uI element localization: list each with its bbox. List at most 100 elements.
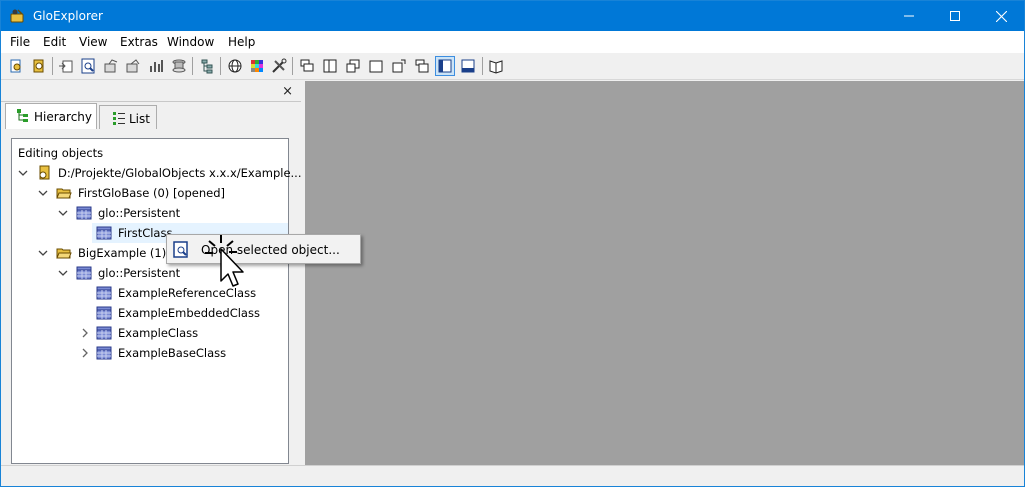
chevron-down-icon[interactable] xyxy=(38,185,50,201)
find-button[interactable] xyxy=(78,56,98,76)
minimize-icon xyxy=(904,15,914,17)
toolbar-separator xyxy=(220,57,221,75)
globe-icon xyxy=(228,59,242,73)
chevron-down-icon[interactable] xyxy=(58,205,70,221)
window-blank-button[interactable] xyxy=(366,56,386,76)
tree-button[interactable] xyxy=(197,56,217,76)
tree-icon xyxy=(201,59,213,74)
grid-colors-icon xyxy=(251,60,263,72)
chevron-right-icon[interactable] xyxy=(80,345,92,361)
spool-icon xyxy=(172,59,186,73)
chevron-down-icon[interactable] xyxy=(38,245,50,261)
menu-window[interactable]: Window xyxy=(167,35,214,49)
grid-colors-button[interactable] xyxy=(247,56,267,76)
context-menu: Open selected object... xyxy=(166,234,361,264)
paste-icon xyxy=(126,59,140,73)
window-split-button[interactable] xyxy=(320,56,340,76)
toolbar-separator xyxy=(292,57,293,75)
window-new-icon xyxy=(392,59,406,73)
class-icon xyxy=(96,306,112,320)
menu-file[interactable]: File xyxy=(10,35,30,49)
toolbar-separator xyxy=(482,57,483,75)
import-button[interactable] xyxy=(56,56,76,76)
tree-node-firstglobase[interactable]: FirstGloBase (0) [opened] xyxy=(12,183,288,203)
tree-node-exampleembeddedclass[interactable]: ExampleEmbeddedClass xyxy=(12,303,288,323)
tools-icon xyxy=(272,58,287,73)
toolbar-separator xyxy=(52,57,53,75)
layout-left-icon xyxy=(438,59,452,73)
folder-open-icon xyxy=(56,188,72,199)
window-title: GloExplorer xyxy=(33,9,103,23)
app-window: GloExplorer File Edit View Extras Window… xyxy=(0,0,1025,487)
close-db-icon xyxy=(33,59,44,73)
close-button[interactable] xyxy=(978,1,1024,31)
paste-button[interactable] xyxy=(123,56,143,76)
class-icon xyxy=(96,346,112,360)
maximize-icon xyxy=(950,11,960,21)
tools-button[interactable] xyxy=(269,56,289,76)
menu-view[interactable]: View xyxy=(79,35,107,49)
layout-bottom-button[interactable] xyxy=(458,56,478,76)
tab-list[interactable]: List xyxy=(99,105,157,129)
list-icon xyxy=(113,112,125,125)
menu-bar: File Edit View Extras Window Help xyxy=(1,31,1024,53)
open-object-icon xyxy=(173,241,188,258)
tree-node-exampleclass[interactable]: ExampleClass xyxy=(12,323,288,343)
maximize-button[interactable] xyxy=(932,1,978,31)
panel-header: × xyxy=(1,81,301,102)
layout-bottom-icon xyxy=(461,59,475,73)
globe-button[interactable] xyxy=(225,56,245,76)
layout-left-button[interactable] xyxy=(435,56,455,76)
window-restore-button[interactable] xyxy=(343,56,363,76)
chart-button[interactable] xyxy=(146,56,166,76)
chevron-down-icon[interactable] xyxy=(58,265,70,281)
mdi-workspace[interactable] xyxy=(305,81,1024,465)
toolbar xyxy=(1,53,1024,80)
window-stack-button[interactable] xyxy=(412,56,432,76)
tree-node-persistent[interactable]: glo::Persistent xyxy=(12,203,288,223)
toolbar-separator xyxy=(192,57,193,75)
copy-icon xyxy=(104,59,118,73)
class-icon xyxy=(76,206,92,220)
class-icon xyxy=(96,286,112,300)
book-button[interactable] xyxy=(486,56,506,76)
spool-button[interactable] xyxy=(169,56,189,76)
chevron-right-icon[interactable] xyxy=(80,325,92,341)
tab-list-label: List xyxy=(129,112,150,126)
chart-icon xyxy=(150,60,163,72)
tab-hierarchy-label: Hierarchy xyxy=(34,110,93,124)
menu-extras[interactable]: Extras xyxy=(120,35,158,49)
tree-node-database[interactable]: D:/Projekte/GlobalObjects x.x.x/Example.… xyxy=(12,163,301,183)
window-cascade-button[interactable] xyxy=(297,56,317,76)
open-db-button[interactable] xyxy=(6,56,26,76)
title-bar[interactable]: GloExplorer xyxy=(1,1,1024,31)
panel-close-icon[interactable]: × xyxy=(282,84,293,99)
explorer-panel: × Hierarchy List Editing objects D:/Proj… xyxy=(1,81,303,465)
window-new-button[interactable] xyxy=(389,56,409,76)
close-icon xyxy=(995,10,1007,22)
window-blank-icon xyxy=(369,60,383,73)
app-icon xyxy=(10,9,24,23)
folder-open-icon xyxy=(56,248,72,259)
close-db-button[interactable] xyxy=(29,56,49,76)
book-icon xyxy=(489,60,503,74)
menu-help[interactable]: Help xyxy=(228,35,255,49)
window-restore-icon xyxy=(346,59,360,73)
open-db-icon xyxy=(10,59,21,73)
import-icon xyxy=(59,60,73,73)
tab-hierarchy[interactable]: Hierarchy xyxy=(5,103,97,129)
hierarchy-icon xyxy=(17,109,28,122)
find-icon xyxy=(81,58,95,74)
tree-node-examplebaseclass[interactable]: ExampleBaseClass xyxy=(12,343,288,363)
mouse-cursor-icon xyxy=(205,235,244,287)
status-bar xyxy=(1,465,1024,486)
copy-button[interactable] xyxy=(101,56,121,76)
database-icon xyxy=(39,165,50,180)
menu-edit[interactable]: Edit xyxy=(43,35,66,49)
minimize-button[interactable] xyxy=(886,1,932,31)
window-cascade-icon xyxy=(300,59,314,72)
class-icon xyxy=(96,226,112,240)
object-tree[interactable]: Editing objects D:/Projekte/GlobalObject… xyxy=(11,138,301,464)
chevron-down-icon[interactable] xyxy=(18,165,30,181)
class-icon xyxy=(76,266,92,280)
